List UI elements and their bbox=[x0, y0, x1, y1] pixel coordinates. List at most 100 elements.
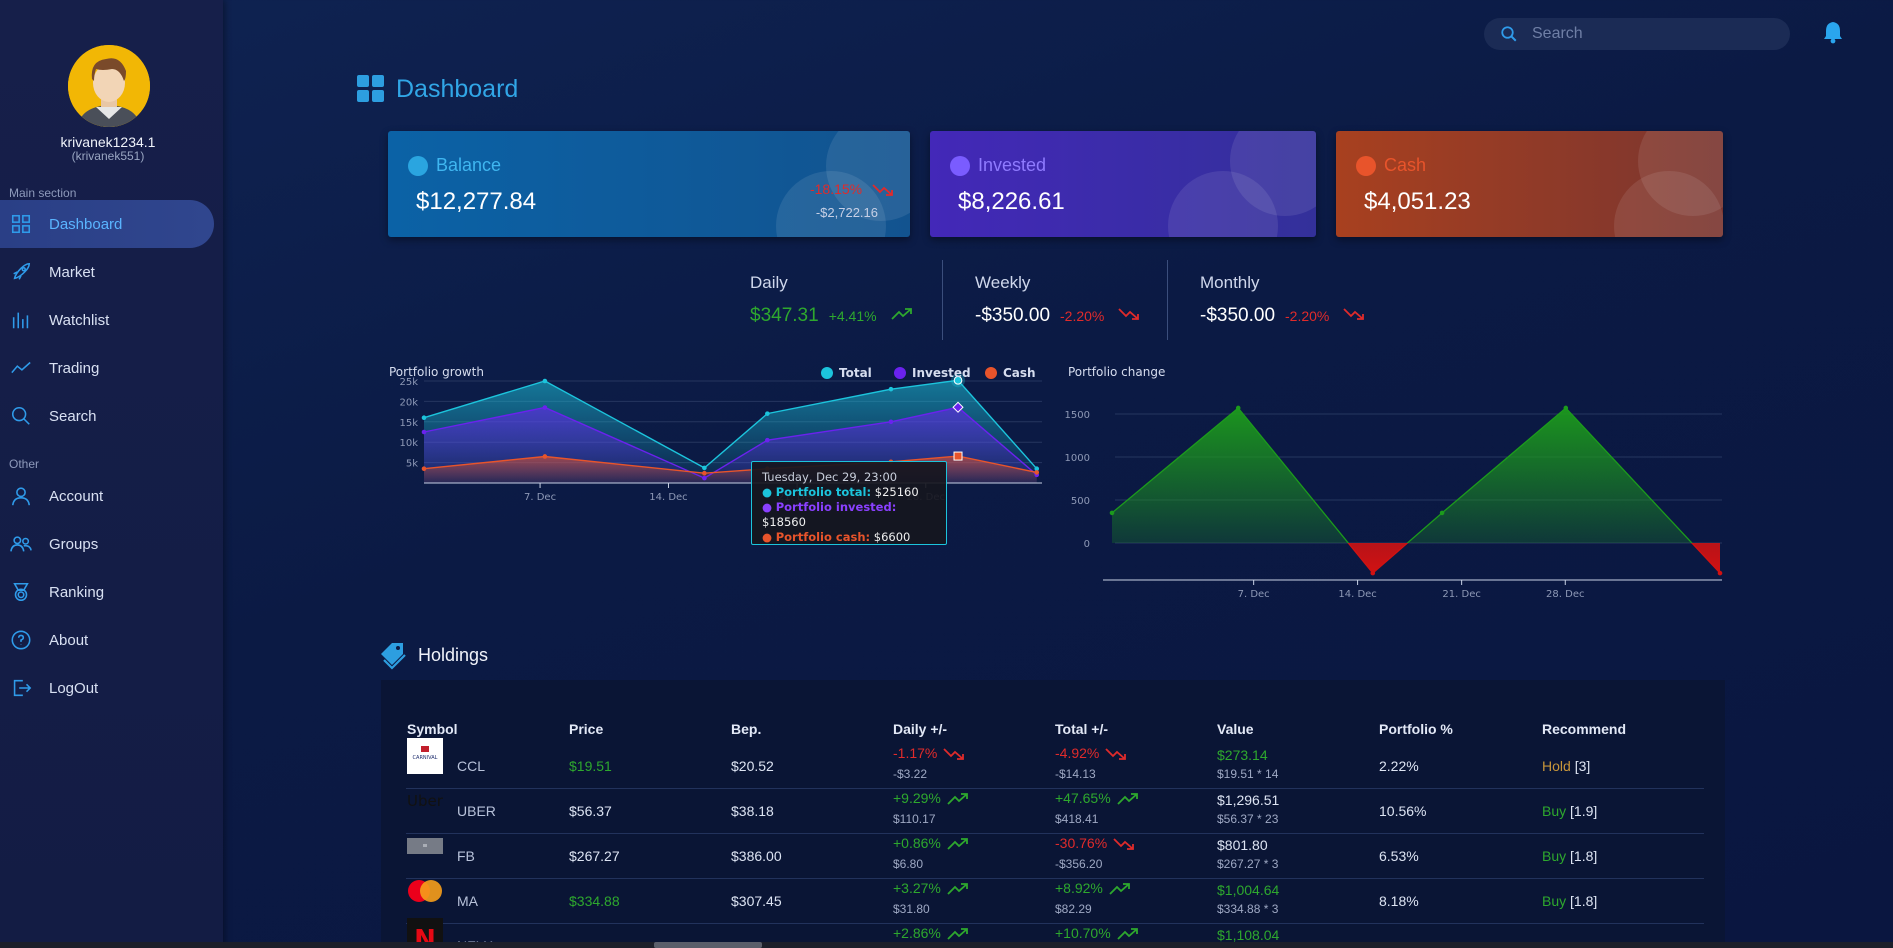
chart-tooltip: Tuesday, Dec 29, 23:00 ● Portfolio total… bbox=[751, 461, 947, 545]
data-point bbox=[1109, 510, 1115, 516]
balance-dot bbox=[408, 156, 428, 176]
grid-icon bbox=[10, 213, 32, 235]
column-header-symbol[interactable]: Symbol bbox=[407, 721, 458, 737]
y-tick-label: 500 bbox=[1071, 496, 1090, 507]
recommendation[interactable]: Buy [1.9] bbox=[1542, 803, 1597, 819]
holdings-title: Holdings bbox=[418, 644, 489, 665]
trend-down-icon bbox=[1105, 748, 1127, 761]
search-input[interactable] bbox=[1532, 25, 1772, 43]
symbol[interactable]: MA bbox=[457, 893, 478, 909]
data-point-total bbox=[888, 386, 894, 392]
weekly-value: -$350.00 bbox=[975, 305, 1051, 326]
x-tick-label: 21. Dec bbox=[1442, 589, 1480, 600]
portfolio-percent: 2.22% bbox=[1379, 758, 1419, 774]
legend-swatch-cash bbox=[985, 367, 997, 379]
price: $334.88 bbox=[569, 893, 620, 909]
sidebar-item-about[interactable]: About bbox=[0, 616, 214, 664]
total-change: +47.65% bbox=[1055, 790, 1139, 806]
trend-up-icon bbox=[890, 308, 912, 320]
data-point bbox=[1370, 570, 1376, 576]
break-even-price: $307.45 bbox=[731, 893, 782, 909]
sidebar-item-label: Market bbox=[49, 263, 95, 281]
data-point-total bbox=[542, 378, 548, 384]
sidebar-item-logout[interactable]: LogOut bbox=[0, 664, 214, 712]
break-even-price: $20.52 bbox=[731, 758, 774, 774]
scrollbar-thumb[interactable] bbox=[654, 942, 762, 948]
help-icon bbox=[10, 629, 32, 651]
change-chart-title: Portfolio change bbox=[1068, 365, 1166, 379]
bell-icon[interactable] bbox=[1822, 20, 1844, 44]
legend-label-total: Total bbox=[839, 366, 872, 380]
daily-change: +9.29% bbox=[893, 790, 969, 806]
group-icon bbox=[10, 533, 32, 555]
daily-change: +0.86% bbox=[893, 835, 969, 851]
trend-up-icon bbox=[1109, 883, 1130, 895]
sidebar-item-dashboard[interactable]: Dashboard bbox=[0, 200, 214, 248]
data-point-total bbox=[702, 465, 707, 471]
symbol[interactable]: CCL bbox=[457, 758, 485, 774]
trend-down-icon bbox=[943, 748, 965, 761]
symbol[interactable]: UBER bbox=[457, 803, 496, 819]
x-tick-label: 7. Dec bbox=[524, 492, 556, 503]
y-tick-label: 1000 bbox=[1065, 453, 1090, 464]
legend-swatch-total bbox=[821, 367, 833, 379]
symbol[interactable]: FB bbox=[457, 848, 475, 864]
position-value: $1,108.04 bbox=[1217, 927, 1280, 943]
data-point-invested bbox=[765, 437, 770, 443]
trend-up-icon bbox=[947, 838, 968, 850]
sidebar-item-ranking[interactable]: Ranking bbox=[0, 568, 214, 616]
portfolio-change-chart[interactable]: 0 500 1000 1500 7. Dec 14. Dec 21. Dec 28. Dec bbox=[1060, 390, 1730, 610]
y-tick-label: 0 bbox=[1084, 539, 1090, 550]
user-alias: (krivanek551) bbox=[71, 149, 145, 163]
column-header-price[interactable]: Price bbox=[569, 721, 603, 737]
monthly-stat: Monthly -$350.00 -2.20% bbox=[1200, 273, 1365, 327]
sidebar-item-search[interactable]: Search bbox=[0, 392, 214, 440]
sidebar-item-label: About bbox=[49, 631, 89, 649]
recommendation[interactable]: Buy [1.8] bbox=[1542, 848, 1597, 864]
column-header-daily[interactable]: Daily +/- bbox=[893, 721, 947, 737]
main-section-label: Main section bbox=[9, 186, 77, 200]
total-change-amount: -$14.13 bbox=[1055, 767, 1096, 781]
sidebar-item-account[interactable]: Account bbox=[0, 472, 214, 520]
portfolio-percent: 10.56% bbox=[1379, 803, 1427, 819]
sidebar-item-groups[interactable]: Groups bbox=[0, 520, 214, 568]
tooltip-date: Tuesday, Dec 29, 23:00 bbox=[762, 470, 898, 484]
recommendation[interactable]: Hold [3] bbox=[1542, 758, 1590, 774]
column-header-value[interactable]: Value bbox=[1217, 721, 1254, 737]
total-change-amount: $82.29 bbox=[1055, 902, 1092, 916]
column-header-recommend[interactable]: Recommend bbox=[1542, 721, 1626, 737]
horizontal-scrollbar[interactable] bbox=[0, 942, 1893, 948]
logout-icon bbox=[10, 677, 32, 699]
sidebar-item-trading[interactable]: Trading bbox=[0, 344, 214, 392]
data-point bbox=[1717, 570, 1723, 576]
column-header-portfolio-pct[interactable]: Portfolio % bbox=[1379, 721, 1453, 737]
portfolio-growth-chart[interactable]: 5k10k15k20k25k 7. Dec14. Dec21. Dec28. D… bbox=[380, 360, 1060, 610]
data-point-cash bbox=[1034, 470, 1040, 475]
search-bar[interactable] bbox=[1484, 18, 1790, 50]
holdings-header: Holdings bbox=[378, 640, 488, 670]
sidebar-item-label: Trading bbox=[49, 359, 100, 377]
price: $267.27 bbox=[569, 848, 620, 864]
weekly-pct: -2.20% bbox=[1060, 308, 1105, 324]
total-change: +8.92% bbox=[1055, 880, 1131, 896]
rocket-icon bbox=[10, 261, 32, 283]
avatar[interactable] bbox=[68, 45, 150, 127]
weekly-label: Weekly bbox=[975, 273, 1031, 292]
sidebar-item-label: Search bbox=[49, 407, 97, 425]
daily-change: -1.17% bbox=[893, 745, 965, 761]
tooltip-row-invested: ● Portfolio invested: $18560 bbox=[762, 500, 897, 529]
weekly-stat: Weekly -$350.00 -2.20% bbox=[975, 273, 1140, 327]
y-tick-label: 5k bbox=[406, 459, 418, 470]
invested-value: $8,226.61 bbox=[958, 188, 1065, 215]
trend-down-icon bbox=[872, 184, 893, 197]
recommendation[interactable]: Buy [1.8] bbox=[1542, 893, 1597, 909]
sidebar-item-watchlist[interactable]: Watchlist bbox=[0, 296, 214, 344]
column-header-total[interactable]: Total +/- bbox=[1055, 721, 1108, 737]
daily-stat: Daily $347.31 +4.41% bbox=[750, 273, 913, 327]
legend-label-cash: Cash bbox=[1003, 366, 1036, 380]
position-value: $1,296.51 bbox=[1217, 792, 1280, 808]
daily-pct: +4.41% bbox=[828, 308, 877, 324]
column-header-bep[interactable]: Bep. bbox=[731, 721, 761, 737]
svg-text:CARNIVAL: CARNIVAL bbox=[413, 755, 438, 761]
sidebar-item-market[interactable]: Market bbox=[0, 248, 214, 296]
